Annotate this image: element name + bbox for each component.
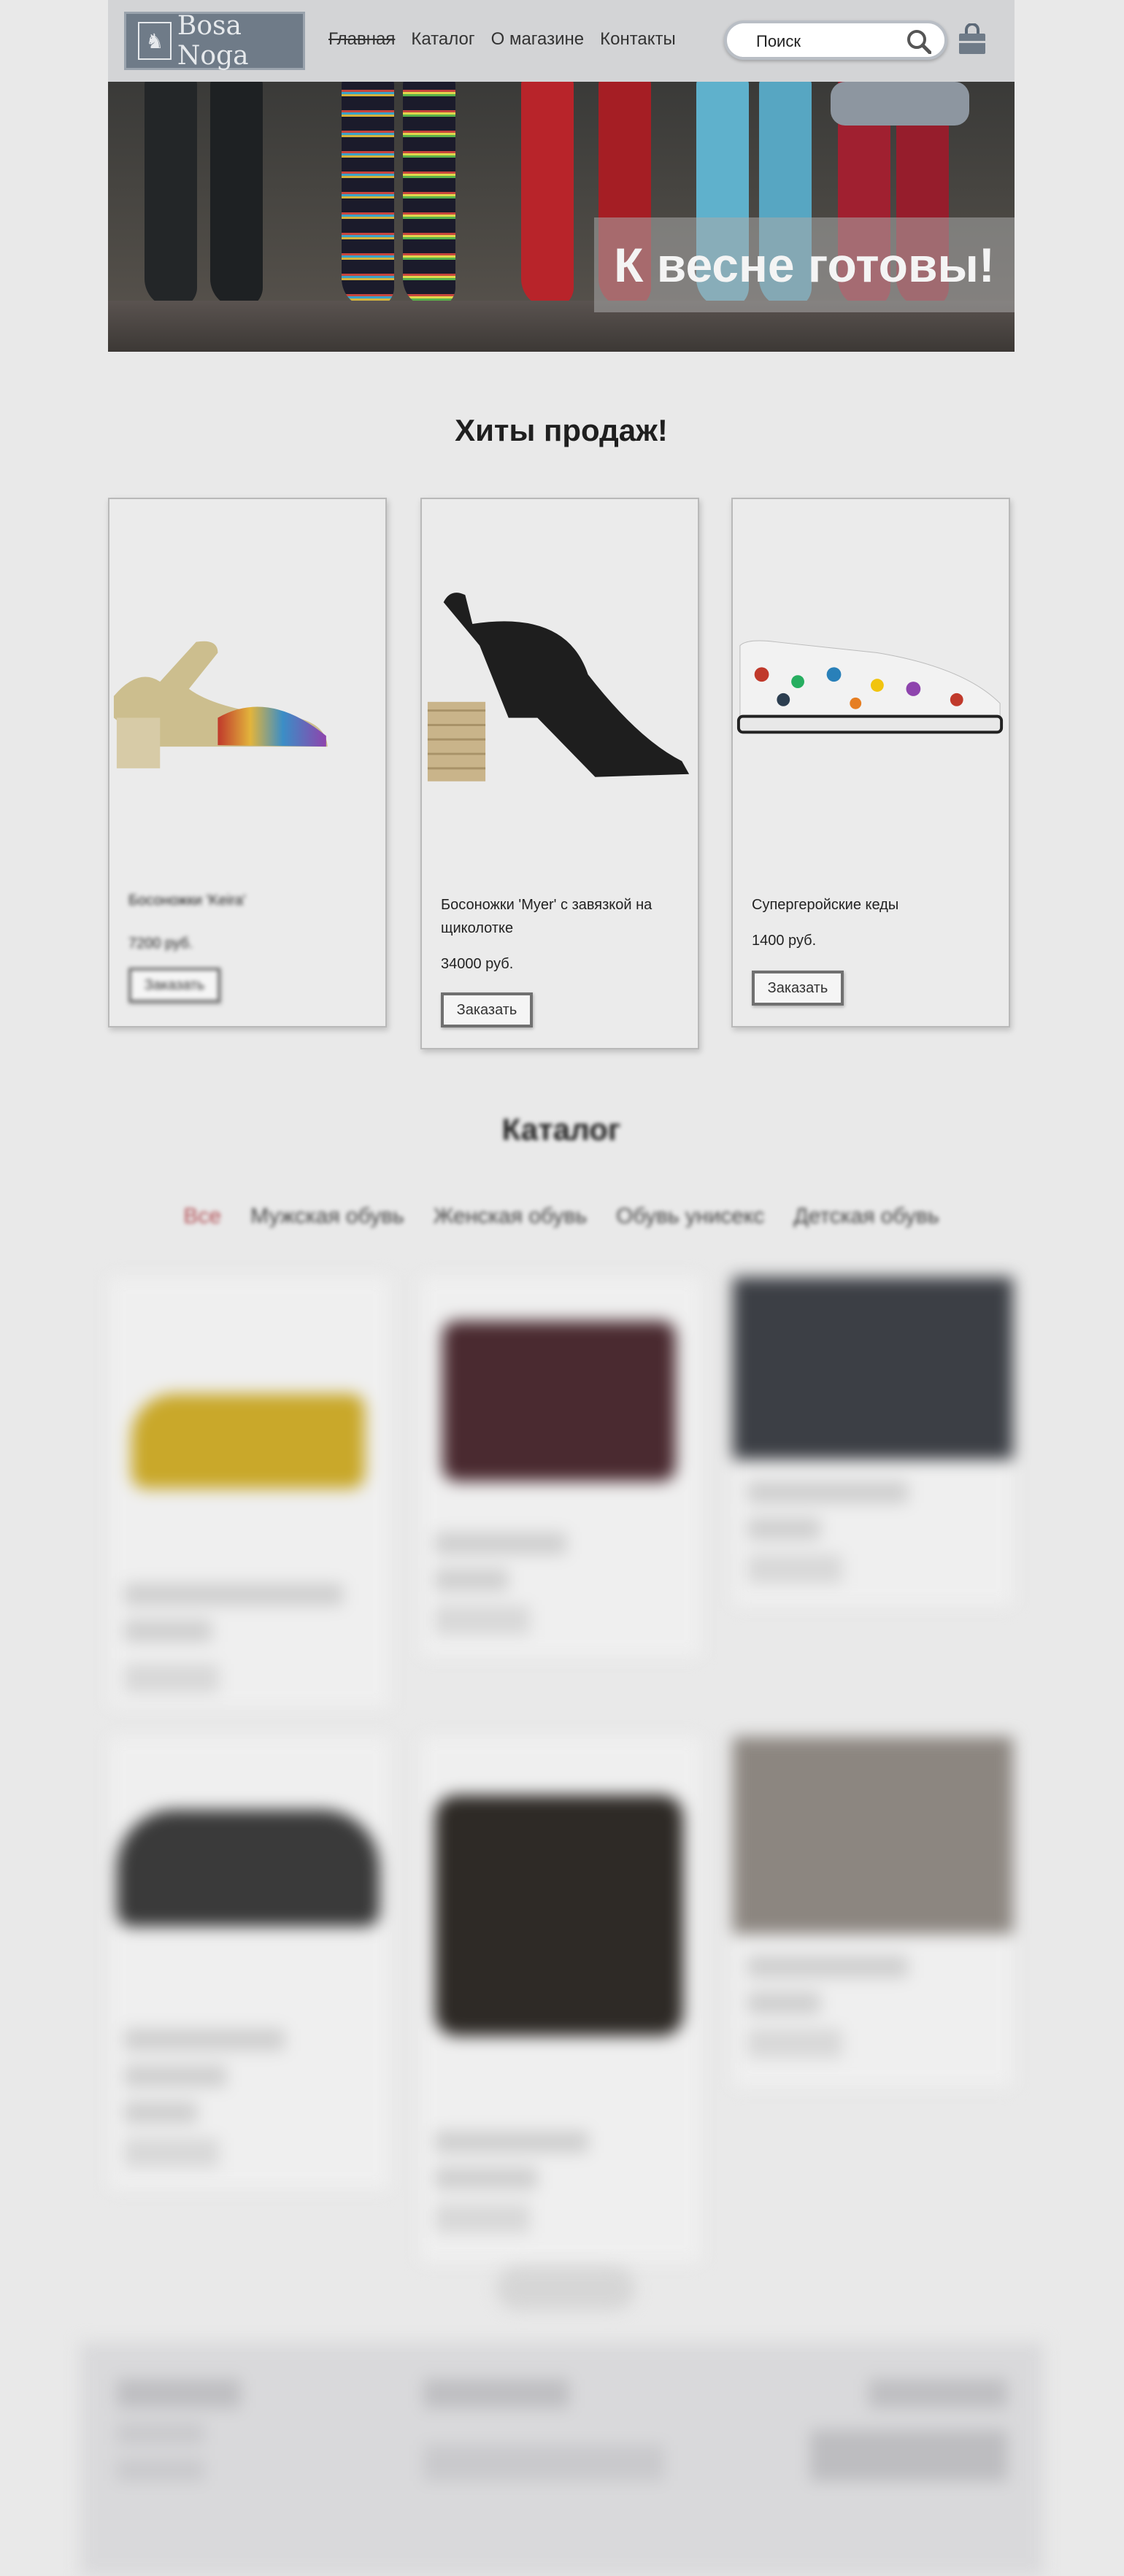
catalog-card[interactable] <box>109 1737 390 2189</box>
main-nav: Главная Каталог О магазине Контакты <box>328 29 676 50</box>
hero-caption: К весне готовы! <box>594 217 1015 312</box>
product-price: 1400 руб. <box>752 933 817 949</box>
search-input[interactable] <box>755 31 904 53</box>
load-more-button[interactable] <box>496 2267 635 2310</box>
bestseller-card: Супергеройские кеды 1400 руб. Заказать <box>731 498 1010 1027</box>
nav-link-about[interactable]: О магазине <box>491 29 585 50</box>
logo-mark-icon: ♞ <box>138 22 172 60</box>
product-image <box>113 641 328 768</box>
tab-men[interactable]: Мужская обувь <box>250 1204 404 1229</box>
tab-unisex[interactable]: Обувь унисекс <box>616 1204 764 1229</box>
search-box[interactable] <box>724 20 947 60</box>
hero-caption-text: К весне готовы! <box>614 238 995 292</box>
product-name: Босоножки 'Myer' с завязкой на щиколотке <box>441 897 653 936</box>
product-price: 34000 руб. <box>441 956 514 972</box>
logo[interactable]: ♞ Bosa Noga <box>124 11 305 71</box>
nav-link-contacts[interactable]: Контакты <box>600 29 676 50</box>
catalog-card[interactable] <box>733 1277 1013 1605</box>
order-button[interactable]: Заказать <box>128 968 220 1003</box>
hero-banner: К весне готовы! <box>108 82 1015 352</box>
tab-all[interactable]: Все <box>183 1204 221 1229</box>
bestsellers-title: Хиты продаж! <box>455 413 668 447</box>
product-price: 7200 руб. <box>128 936 193 952</box>
cart-icon[interactable] <box>958 23 987 55</box>
nav-link-catalog[interactable]: Каталог <box>411 29 474 50</box>
nav-link-home[interactable]: Главная <box>328 29 395 50</box>
product-image <box>427 593 690 782</box>
catalog-title: Каталог <box>501 1112 621 1146</box>
bestseller-card: Босоножки 'Keira' 7200 руб. Заказать <box>108 498 387 1027</box>
search-icon[interactable] <box>906 29 931 54</box>
order-button[interactable]: Заказать <box>441 992 533 1027</box>
catalog-card[interactable] <box>109 1277 390 1708</box>
product-name: Супергеройские кеды <box>752 897 899 913</box>
tab-kids[interactable]: Детская обувь <box>793 1204 939 1229</box>
site-footer <box>80 2342 1044 2576</box>
product-name: Босоножки 'Keira' <box>128 892 246 909</box>
catalog-card[interactable] <box>733 1737 1013 2087</box>
tab-women[interactable]: Женская обувь <box>434 1204 587 1229</box>
site-header: ♞ Bosa Noga Главная Каталог О магазине К… <box>108 0 1015 82</box>
order-button[interactable]: Заказать <box>752 971 844 1006</box>
catalog-card[interactable] <box>420 1277 701 1657</box>
catalog-tabs: Все Мужская обувь Женская обувь Обувь ун… <box>108 1204 1015 1229</box>
product-image <box>736 640 1004 734</box>
logo-text: Bosa Noga <box>177 11 249 71</box>
catalog-card[interactable] <box>420 1737 701 2262</box>
bestseller-card: Босоножки 'Myer' с завязкой на щиколотке… <box>420 498 699 1049</box>
